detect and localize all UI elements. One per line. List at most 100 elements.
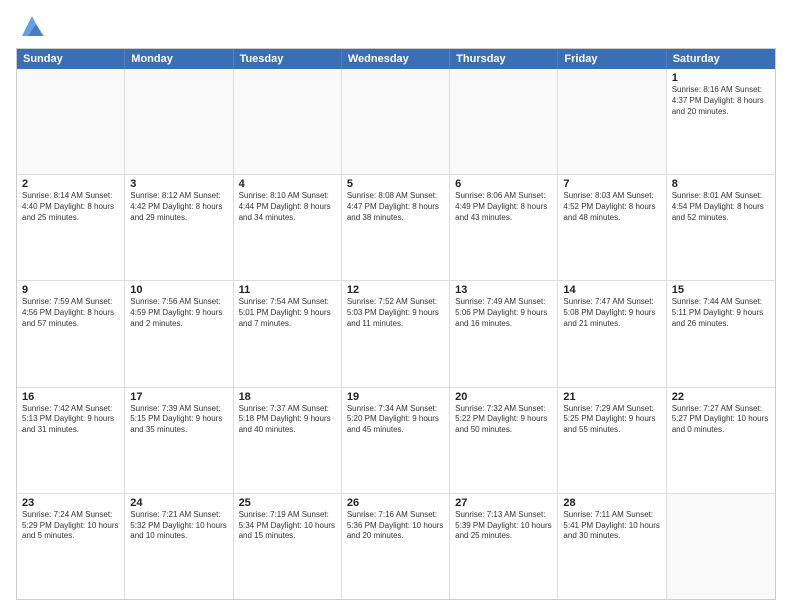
day-info: Sunrise: 7:47 AM Sunset: 5:08 PM Dayligh… <box>563 297 660 329</box>
day-info: Sunrise: 7:11 AM Sunset: 5:41 PM Dayligh… <box>563 510 660 542</box>
day-number: 2 <box>22 178 119 190</box>
day-info: Sunrise: 7:54 AM Sunset: 5:01 PM Dayligh… <box>239 297 336 329</box>
day-info: Sunrise: 7:24 AM Sunset: 5:29 PM Dayligh… <box>22 510 119 542</box>
calendar: SundayMondayTuesdayWednesdayThursdayFrid… <box>16 48 776 600</box>
day-info: Sunrise: 8:08 AM Sunset: 4:47 PM Dayligh… <box>347 191 444 223</box>
header-day-wednesday: Wednesday <box>342 49 450 69</box>
calendar-cell: 21Sunrise: 7:29 AM Sunset: 5:25 PM Dayli… <box>558 388 666 493</box>
day-info: Sunrise: 7:32 AM Sunset: 5:22 PM Dayligh… <box>455 404 552 436</box>
calendar-row-4: 16Sunrise: 7:42 AM Sunset: 5:13 PM Dayli… <box>17 388 775 494</box>
day-info: Sunrise: 7:56 AM Sunset: 4:59 PM Dayligh… <box>130 297 227 329</box>
calendar-cell: 24Sunrise: 7:21 AM Sunset: 5:32 PM Dayli… <box>125 494 233 599</box>
calendar-cell: 9Sunrise: 7:59 AM Sunset: 4:56 PM Daylig… <box>17 281 125 386</box>
logo-icon <box>18 12 46 40</box>
calendar-cell <box>342 69 450 174</box>
day-number: 9 <box>22 284 119 296</box>
day-number: 11 <box>239 284 336 296</box>
day-info: Sunrise: 7:27 AM Sunset: 5:27 PM Dayligh… <box>672 404 770 436</box>
day-number: 12 <box>347 284 444 296</box>
calendar-cell: 23Sunrise: 7:24 AM Sunset: 5:29 PM Dayli… <box>17 494 125 599</box>
day-info: Sunrise: 7:29 AM Sunset: 5:25 PM Dayligh… <box>563 404 660 436</box>
day-info: Sunrise: 7:13 AM Sunset: 5:39 PM Dayligh… <box>455 510 552 542</box>
day-number: 18 <box>239 391 336 403</box>
day-info: Sunrise: 7:39 AM Sunset: 5:15 PM Dayligh… <box>130 404 227 436</box>
calendar-cell <box>667 494 775 599</box>
calendar-cell: 7Sunrise: 8:03 AM Sunset: 4:52 PM Daylig… <box>558 175 666 280</box>
calendar-cell: 10Sunrise: 7:56 AM Sunset: 4:59 PM Dayli… <box>125 281 233 386</box>
calendar-cell: 13Sunrise: 7:49 AM Sunset: 5:06 PM Dayli… <box>450 281 558 386</box>
calendar-row-5: 23Sunrise: 7:24 AM Sunset: 5:29 PM Dayli… <box>17 494 775 599</box>
day-info: Sunrise: 7:19 AM Sunset: 5:34 PM Dayligh… <box>239 510 336 542</box>
day-info: Sunrise: 7:44 AM Sunset: 5:11 PM Dayligh… <box>672 297 770 329</box>
calendar-cell <box>558 69 666 174</box>
day-number: 15 <box>672 284 770 296</box>
day-number: 24 <box>130 497 227 509</box>
day-number: 3 <box>130 178 227 190</box>
day-info: Sunrise: 8:10 AM Sunset: 4:44 PM Dayligh… <box>239 191 336 223</box>
calendar-cell: 8Sunrise: 8:01 AM Sunset: 4:54 PM Daylig… <box>667 175 775 280</box>
header-day-monday: Monday <box>125 49 233 69</box>
calendar-cell <box>234 69 342 174</box>
day-info: Sunrise: 8:01 AM Sunset: 4:54 PM Dayligh… <box>672 191 770 223</box>
day-info: Sunrise: 8:03 AM Sunset: 4:52 PM Dayligh… <box>563 191 660 223</box>
header-day-saturday: Saturday <box>667 49 775 69</box>
calendar-cell: 11Sunrise: 7:54 AM Sunset: 5:01 PM Dayli… <box>234 281 342 386</box>
logo <box>16 12 46 40</box>
calendar-header: SundayMondayTuesdayWednesdayThursdayFrid… <box>17 49 775 69</box>
calendar-cell: 15Sunrise: 7:44 AM Sunset: 5:11 PM Dayli… <box>667 281 775 386</box>
day-info: Sunrise: 7:42 AM Sunset: 5:13 PM Dayligh… <box>22 404 119 436</box>
calendar-cell: 1Sunrise: 8:16 AM Sunset: 4:37 PM Daylig… <box>667 69 775 174</box>
day-number: 8 <box>672 178 770 190</box>
day-number: 17 <box>130 391 227 403</box>
day-info: Sunrise: 8:14 AM Sunset: 4:40 PM Dayligh… <box>22 191 119 223</box>
day-number: 20 <box>455 391 552 403</box>
calendar-cell: 5Sunrise: 8:08 AM Sunset: 4:47 PM Daylig… <box>342 175 450 280</box>
calendar-body: 1Sunrise: 8:16 AM Sunset: 4:37 PM Daylig… <box>17 69 775 599</box>
calendar-cell: 3Sunrise: 8:12 AM Sunset: 4:42 PM Daylig… <box>125 175 233 280</box>
day-number: 21 <box>563 391 660 403</box>
day-number: 13 <box>455 284 552 296</box>
header-day-thursday: Thursday <box>450 49 558 69</box>
day-info: Sunrise: 7:52 AM Sunset: 5:03 PM Dayligh… <box>347 297 444 329</box>
day-info: Sunrise: 8:16 AM Sunset: 4:37 PM Dayligh… <box>672 85 770 117</box>
calendar-cell: 17Sunrise: 7:39 AM Sunset: 5:15 PM Dayli… <box>125 388 233 493</box>
day-number: 23 <box>22 497 119 509</box>
calendar-row-1: 1Sunrise: 8:16 AM Sunset: 4:37 PM Daylig… <box>17 69 775 175</box>
calendar-cell <box>450 69 558 174</box>
calendar-cell: 27Sunrise: 7:13 AM Sunset: 5:39 PM Dayli… <box>450 494 558 599</box>
calendar-cell: 19Sunrise: 7:34 AM Sunset: 5:20 PM Dayli… <box>342 388 450 493</box>
day-info: Sunrise: 7:34 AM Sunset: 5:20 PM Dayligh… <box>347 404 444 436</box>
day-number: 14 <box>563 284 660 296</box>
calendar-cell: 18Sunrise: 7:37 AM Sunset: 5:18 PM Dayli… <box>234 388 342 493</box>
calendar-cell: 6Sunrise: 8:06 AM Sunset: 4:49 PM Daylig… <box>450 175 558 280</box>
calendar-cell: 2Sunrise: 8:14 AM Sunset: 4:40 PM Daylig… <box>17 175 125 280</box>
day-number: 1 <box>672 72 770 84</box>
calendar-cell: 25Sunrise: 7:19 AM Sunset: 5:34 PM Dayli… <box>234 494 342 599</box>
calendar-cell <box>17 69 125 174</box>
header-day-friday: Friday <box>558 49 666 69</box>
day-info: Sunrise: 7:16 AM Sunset: 5:36 PM Dayligh… <box>347 510 444 542</box>
day-info: Sunrise: 7:21 AM Sunset: 5:32 PM Dayligh… <box>130 510 227 542</box>
day-number: 28 <box>563 497 660 509</box>
day-info: Sunrise: 7:37 AM Sunset: 5:18 PM Dayligh… <box>239 404 336 436</box>
header <box>16 12 776 40</box>
day-number: 6 <box>455 178 552 190</box>
day-number: 22 <box>672 391 770 403</box>
calendar-cell: 26Sunrise: 7:16 AM Sunset: 5:36 PM Dayli… <box>342 494 450 599</box>
header-day-sunday: Sunday <box>17 49 125 69</box>
calendar-cell: 16Sunrise: 7:42 AM Sunset: 5:13 PM Dayli… <box>17 388 125 493</box>
day-number: 25 <box>239 497 336 509</box>
calendar-cell: 12Sunrise: 7:52 AM Sunset: 5:03 PM Dayli… <box>342 281 450 386</box>
day-number: 27 <box>455 497 552 509</box>
calendar-row-3: 9Sunrise: 7:59 AM Sunset: 4:56 PM Daylig… <box>17 281 775 387</box>
day-info: Sunrise: 8:12 AM Sunset: 4:42 PM Dayligh… <box>130 191 227 223</box>
day-info: Sunrise: 7:49 AM Sunset: 5:06 PM Dayligh… <box>455 297 552 329</box>
page: SundayMondayTuesdayWednesdayThursdayFrid… <box>0 0 792 612</box>
day-number: 19 <box>347 391 444 403</box>
calendar-cell: 28Sunrise: 7:11 AM Sunset: 5:41 PM Dayli… <box>558 494 666 599</box>
calendar-cell <box>125 69 233 174</box>
day-number: 10 <box>130 284 227 296</box>
header-day-tuesday: Tuesday <box>234 49 342 69</box>
calendar-cell: 20Sunrise: 7:32 AM Sunset: 5:22 PM Dayli… <box>450 388 558 493</box>
day-number: 26 <box>347 497 444 509</box>
